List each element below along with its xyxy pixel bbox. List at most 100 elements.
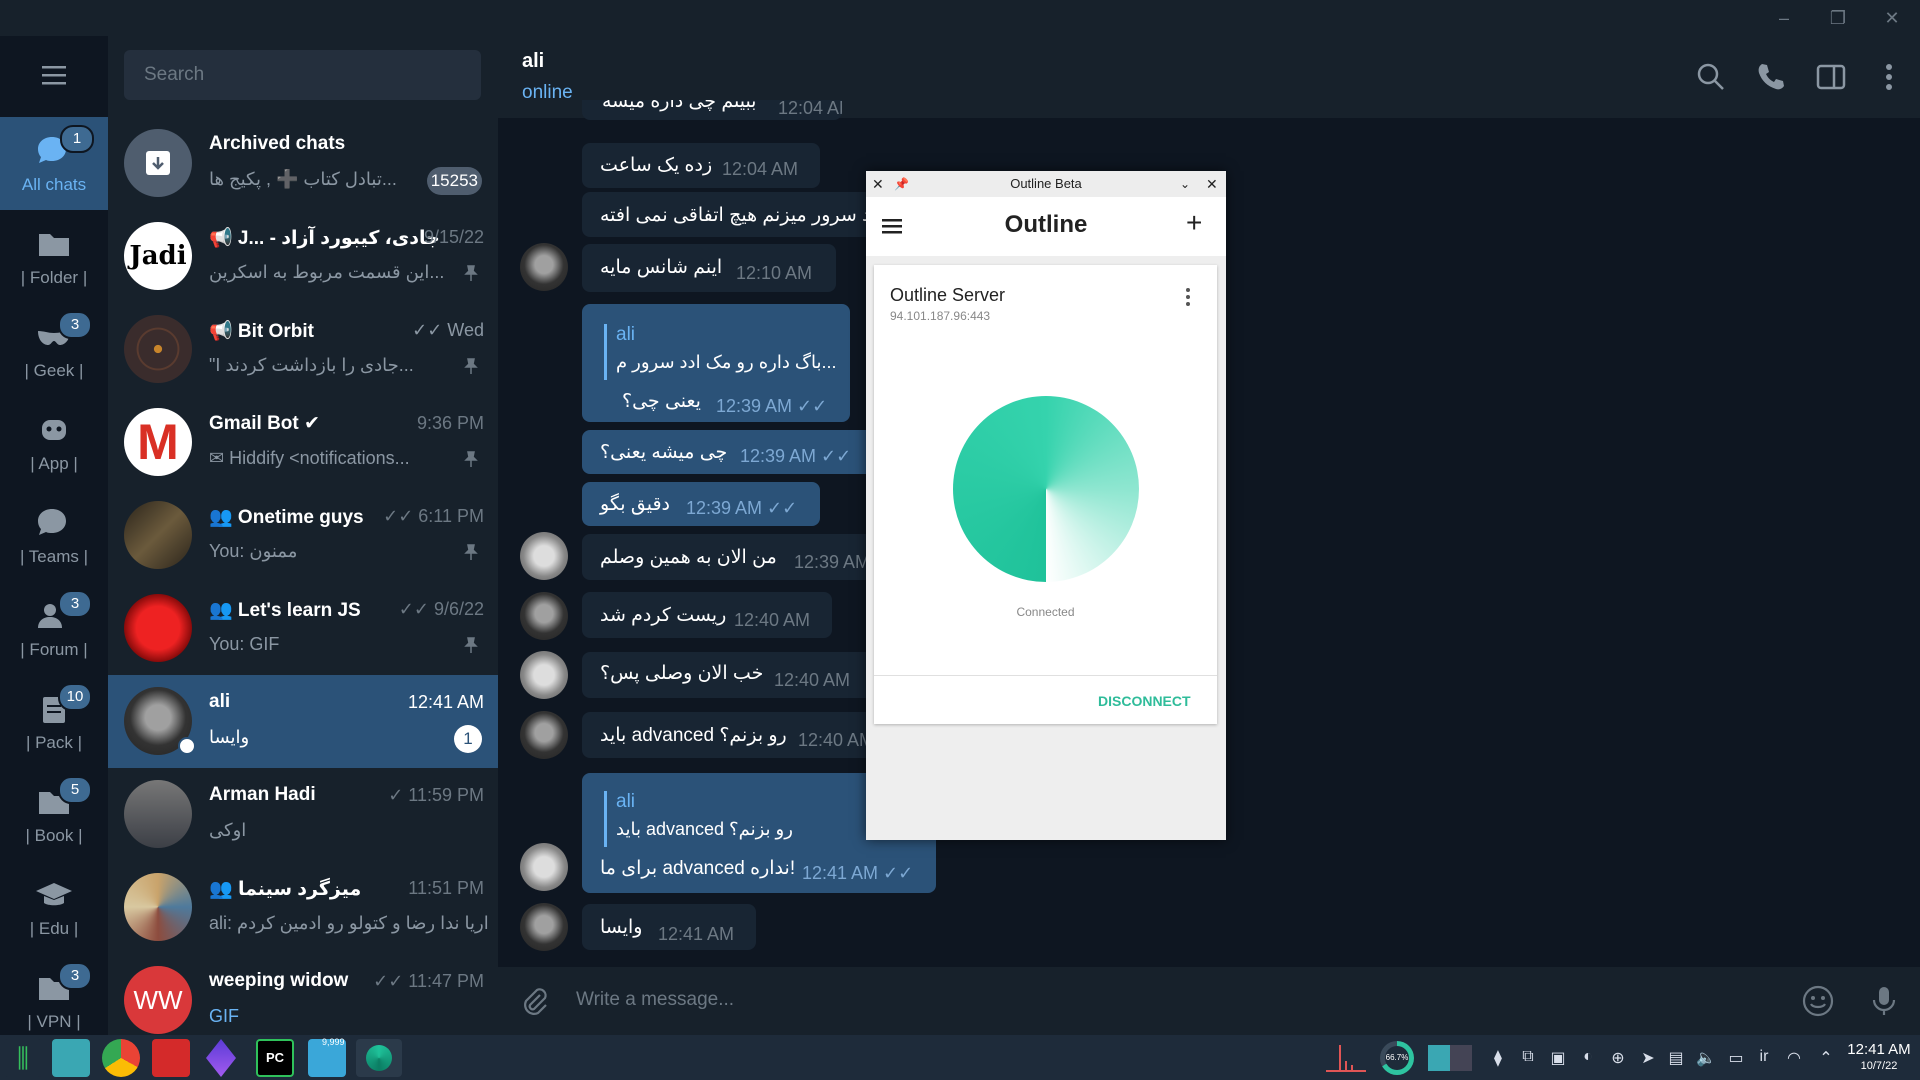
message-time: 12:39 AM ✓✓ [686, 498, 798, 518]
chat-row[interactable]: 👥 Onetime guys ✓✓ 6:11 PM You: ممنون [108, 489, 498, 582]
search-icon[interactable] [1694, 60, 1728, 94]
pin-icon [464, 265, 478, 281]
chat-name: Gmail Bot ✔ [209, 413, 320, 434]
message-time: 12:41 AM [658, 924, 735, 944]
clipboard-manager-icon[interactable]: ▤ [1666, 1048, 1686, 1068]
keyboard-layout[interactable]: ir [1754, 1048, 1774, 1068]
night-mode-icon[interactable]: ◐ [1578, 1048, 1598, 1068]
folder-badge: 5 [58, 776, 92, 804]
chat-preview: اوکی [209, 820, 247, 840]
message-bubble-outgoing[interactable]: دقیق بگو 12:39 AM ✓✓ [582, 482, 820, 526]
message-composer: Write a message... [498, 967, 1920, 1035]
file-manager-icon[interactable] [52, 1039, 90, 1077]
chat-row[interactable]: Arman Hadi ✓ 11:59 PM اوکی [108, 768, 498, 861]
folder-geek[interactable]: 3 | Geek | [0, 303, 108, 396]
sender-avatar[interactable] [520, 532, 568, 580]
message-bubble[interactable]: باید advanced رو بزنم؟ 12:40 AM [582, 712, 874, 758]
folder-pack[interactable]: 10 | Pack | [0, 675, 108, 768]
chat-preview: وایسا [209, 727, 250, 747]
sender-avatar[interactable] [520, 592, 568, 640]
sender-avatar[interactable] [520, 651, 568, 699]
screen-icon[interactable]: ▣ [1548, 1048, 1568, 1068]
folder-book[interactable]: 5 | Book | [0, 768, 108, 861]
message-bubble[interactable]: زده یک ساعت 12:04 AM [582, 143, 820, 188]
more-options-icon[interactable] [1184, 287, 1192, 307]
folder-badge: 1 [60, 125, 94, 153]
clock-time[interactable]: 12:41 AM [1842, 1041, 1916, 1058]
attach-icon[interactable] [518, 985, 550, 1017]
minimize-button[interactable]: – [1766, 6, 1802, 30]
folder-vpn[interactable]: 3 | VPN | [0, 954, 108, 1035]
message-bubble[interactable]: ریست کردم شد 12:40 AM [582, 592, 832, 638]
outline-taskbar-item[interactable] [356, 1039, 402, 1077]
sender-avatar[interactable] [520, 243, 568, 291]
start-menu-icon[interactable]: ⫼ [4, 1039, 42, 1077]
avatar [124, 873, 192, 941]
sender-avatar[interactable] [520, 711, 568, 759]
disconnect-button[interactable]: DISCONNECT [1098, 693, 1191, 709]
sender-avatar[interactable] [520, 843, 568, 891]
microphone-icon[interactable] [1866, 983, 1902, 1019]
pycharm-icon[interactable]: PC [256, 1039, 294, 1077]
notification-count: 9,999 [322, 1037, 345, 1047]
outline-icon [366, 1045, 392, 1071]
folder-folder[interactable]: | Folder | [0, 210, 108, 303]
chat-time: 12:41 AM [407, 692, 484, 712]
message-bubble[interactable]: من الان به همین وصلم 12:39 AM [582, 534, 870, 580]
chat-row[interactable]: M Gmail Bot ✔ 9:36 PM ✉ Hiddify <notific… [108, 396, 498, 489]
clipboard-icon[interactable]: ⧉ [1518, 1048, 1538, 1068]
phone-icon[interactable] [1754, 60, 1788, 94]
message-bubble-outgoing[interactable]: ali باگ داره رو مک ادد سرور م... یعنی چی… [582, 304, 850, 422]
sender-avatar[interactable] [520, 903, 568, 951]
connection-status-icon[interactable] [953, 396, 1139, 582]
maximize-button[interactable]: ❐ [1820, 6, 1856, 30]
sidebar-toggle-icon[interactable] [1814, 60, 1848, 94]
emoji-icon[interactable] [1800, 983, 1836, 1019]
wifi-icon[interactable]: ◠ [1784, 1048, 1804, 1068]
add-server-button[interactable]: + [1186, 207, 1202, 239]
chevron-down-icon[interactable]: ⌄ [1180, 171, 1190, 197]
chat-row[interactable]: 👥 میزگرد سینما 11:51 PM ali: اریا ندا رض… [108, 861, 498, 954]
pin-icon[interactable]: 📌 [894, 171, 909, 197]
message-bubble[interactable]: اینم شانس مایه 12:10 AM [582, 244, 836, 292]
dropbox-icon[interactable]: ⧫ [1488, 1048, 1508, 1068]
send-icon[interactable]: ➤ [1638, 1048, 1658, 1068]
message-bubble-outgoing[interactable]: چی میشه یعنی؟ 12:39 AM ✓✓ [582, 430, 866, 474]
message-input[interactable]: Write a message... [576, 989, 734, 1011]
chevron-up-icon[interactable]: ⌃ [1816, 1048, 1836, 1068]
folder-teams[interactable]: | Teams | [0, 489, 108, 582]
more-options-icon[interactable] [1872, 60, 1906, 94]
obsidian-icon[interactable] [206, 1039, 236, 1077]
folder-badge: 10 [58, 683, 92, 711]
close-icon[interactable]: ✕ [872, 171, 884, 197]
battery-icon[interactable]: ▭ [1726, 1048, 1746, 1068]
message-bubble[interactable]: خب الان وصلی پس؟ 12:40 AM [582, 652, 866, 698]
chat-row-active[interactable]: ali 12:41 AM وایسا 1 [108, 675, 498, 768]
folder-edu[interactable]: | Edu | [0, 861, 108, 954]
message-bubble[interactable]: ادد سرور میزنم هیچ اتفاقی نمی افته [582, 192, 884, 237]
main-menu-button[interactable] [34, 60, 74, 90]
folder-label: All chats [21, 175, 87, 194]
chat-row[interactable]: Jadi 📢 J... - جادی، کیبورد آزاد 9/15/22 … [108, 210, 498, 303]
chat-row[interactable]: 👥 Let's learn JS ✓✓ 9/6/22 You: GIF [108, 582, 498, 675]
close-icon[interactable]: ✕ [1206, 171, 1218, 197]
chat-title[interactable]: ali [522, 50, 544, 73]
folder-app[interactable]: | App | [0, 396, 108, 489]
chat-row[interactable]: 📢 Bit Orbit ✓✓ Wed "I جادی را بازداشت کر… [108, 303, 498, 396]
message-bubble[interactable]: وایسا 12:41 AM [582, 904, 756, 950]
close-window-button[interactable]: ✕ [1874, 6, 1910, 30]
telegram-icon[interactable]: 9,999 [308, 1037, 346, 1077]
chat-row-archived[interactable]: Archived chats تبادل کتاب ➕ , پکیج ها...… [108, 117, 498, 210]
search-input[interactable]: Search [124, 50, 481, 100]
update-icon[interactable]: ⊕ [1608, 1048, 1628, 1068]
folder-all-chats[interactable]: 1 All chats [0, 117, 108, 210]
chrome-icon[interactable] [102, 1039, 140, 1077]
message-text: ادد سرور میزنم هیچ اتفاقی نمی افته [600, 205, 885, 226]
pager-icon[interactable] [1428, 1045, 1472, 1071]
chat-row[interactable]: WW weeping widow ✓✓ 11:47 PM GIF [108, 954, 498, 1035]
office-icon[interactable] [152, 1039, 190, 1077]
pin-icon [464, 451, 478, 467]
message-bubble[interactable]: ببینم چی داره میشه 12:04 AM [582, 100, 842, 120]
volume-icon[interactable]: 🔈 [1696, 1048, 1716, 1068]
folder-forum[interactable]: 3 | Forum | [0, 582, 108, 675]
